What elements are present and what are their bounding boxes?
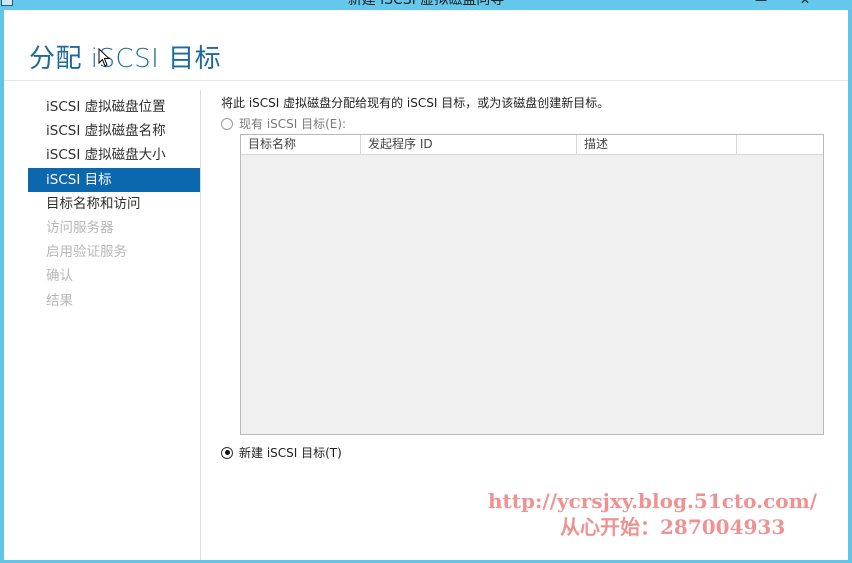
blog-watermark: http://ycrsjxy.blog.51cto.com/ 从心开始：2870…	[488, 488, 848, 540]
column-header-description[interactable]: 描述	[577, 135, 737, 154]
close-button[interactable]: ✕	[790, 0, 820, 7]
watermark-url: http://ycrsjxy.blog.51cto.com/	[488, 489, 818, 513]
existing-target-label: 现有 iSCSI 目标(E):	[239, 117, 347, 131]
title-divider	[4, 80, 848, 81]
column-header-initiator-id[interactable]: 发起程序 ID	[361, 135, 577, 154]
column-header-empty	[737, 135, 823, 154]
nav-divider	[200, 90, 201, 560]
mouse-cursor-icon	[98, 48, 110, 67]
watermark-contact: 从心开始：287004933	[560, 515, 786, 539]
new-target-option[interactable]: 新建 iSCSI 目标(T)	[221, 444, 342, 461]
new-target-radio[interactable]	[221, 446, 233, 459]
nav-item-disk-size[interactable]: iSCSI 虚拟磁盘大小	[28, 143, 200, 167]
wizard-step-nav: iSCSI 虚拟磁盘位置 iSCSI 虚拟磁盘名称 iSCSI 虚拟磁盘大小 i…	[28, 95, 200, 313]
page-title: 分配 iSCSI 目标	[29, 44, 222, 74]
nav-item-enable-auth: 启用验证服务	[46, 244, 127, 261]
target-table[interactable]: 目标名称 发起程序 ID 描述	[240, 134, 824, 435]
nav-item-access-servers: 访问服务器	[46, 219, 114, 236]
table-header: 目标名称 发起程序 ID 描述	[241, 135, 823, 155]
column-header-target-name[interactable]: 目标名称	[241, 135, 361, 154]
nav-item-confirm: 确认	[46, 268, 73, 285]
nav-item-results: 结果	[46, 292, 73, 309]
minimize-button[interactable]: —	[744, 0, 778, 7]
nav-item-disk-location[interactable]: iSCSI 虚拟磁盘位置	[28, 95, 200, 119]
new-target-label: 新建 iSCSI 目标(T)	[239, 446, 342, 460]
page-description: 将此 iSCSI 虚拟磁盘分配给现有的 iSCSI 目标，或为该磁盘创建新目标。	[221, 96, 610, 110]
nav-item-disk-name[interactable]: iSCSI 虚拟磁盘名称	[28, 119, 200, 143]
nav-item-target-name-access[interactable]: 目标名称和访问	[28, 192, 200, 216]
window-title: 新建 iSCSI 虚拟磁盘向导	[347, 0, 505, 8]
wizard-client-area: 分配 iSCSI 目标 iSCSI 虚拟磁盘位置 iSCSI 虚拟磁盘名称 iS…	[4, 10, 848, 560]
nav-item-iscsi-target[interactable]: iSCSI 目标	[28, 167, 200, 192]
existing-target-radio[interactable]	[221, 117, 233, 130]
existing-target-option[interactable]: 现有 iSCSI 目标(E):	[221, 115, 346, 132]
window-titlebar[interactable]: 新建 iSCSI 虚拟磁盘向导 — ✕	[0, 0, 852, 10]
